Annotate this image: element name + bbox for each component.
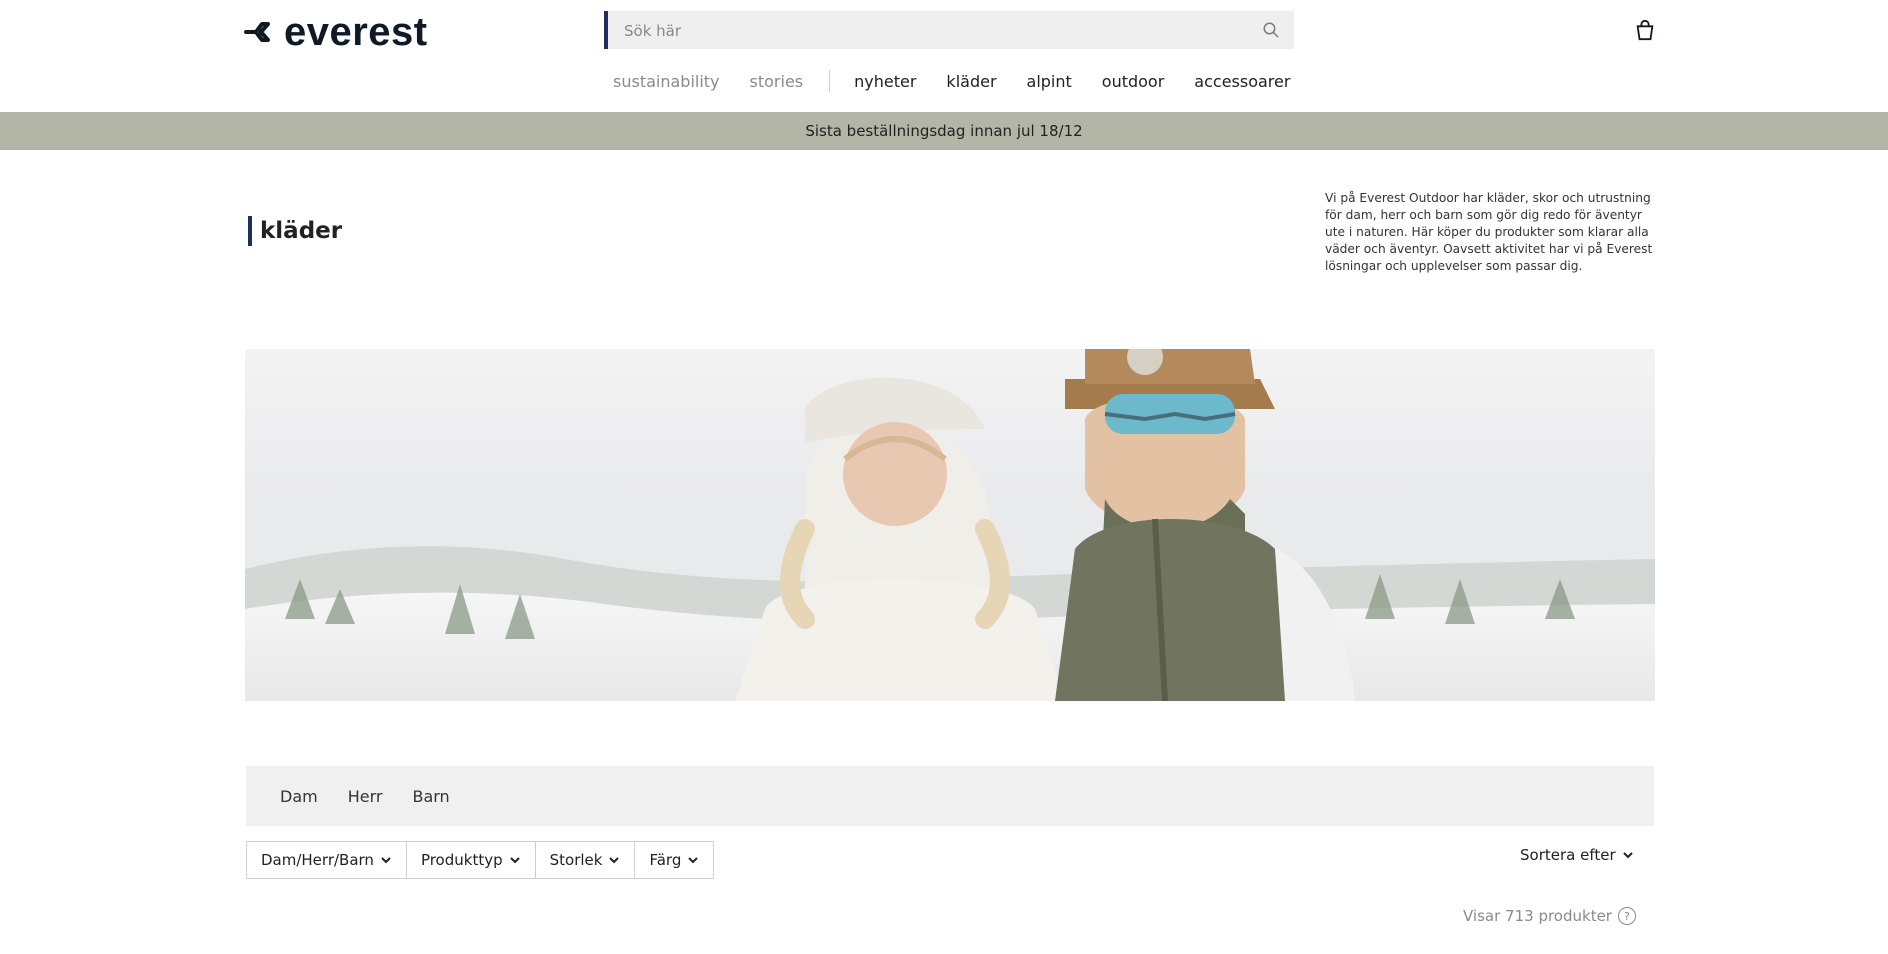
filter-dam-herr-barn[interactable]: Dam/Herr/Barn [247, 842, 407, 878]
nav-divider [829, 70, 831, 92]
everest-logo-mark-icon [244, 22, 270, 42]
category-tabs: Dam Herr Barn [246, 766, 1654, 826]
hero-illustration [245, 349, 1655, 701]
nav-item-alpint[interactable]: alpint [1027, 72, 1072, 91]
filter-farg[interactable]: Färg [635, 842, 713, 878]
hero-image [245, 349, 1655, 701]
filter-bar: Dam/Herr/Barn Produkttyp Storlek Färg [246, 841, 715, 879]
chevron-down-icon [381, 857, 391, 864]
chevron-down-icon [1622, 852, 1633, 859]
nav-item-stories[interactable]: stories [750, 72, 804, 91]
filter-label: Storlek [549, 851, 603, 869]
tab-herr[interactable]: Herr [348, 787, 383, 806]
filter-label: Dam/Herr/Barn [261, 851, 374, 869]
page: everest sustainability stories nyheter k… [0, 0, 1888, 954]
tab-barn[interactable]: Barn [412, 787, 449, 806]
shopping-bag-icon[interactable] [1634, 18, 1656, 42]
product-count-text: Visar 713 produkter [1463, 907, 1612, 925]
page-title-wrap: kläder [248, 216, 342, 246]
site-logo[interactable]: everest [244, 12, 428, 52]
site-header: everest sustainability stories nyheter k… [0, 0, 1888, 112]
search-icon[interactable] [1262, 21, 1280, 39]
nav-item-sustainability[interactable]: sustainability [613, 72, 720, 91]
nav-item-nyheter[interactable]: nyheter [854, 72, 916, 91]
logo-text: everest [284, 10, 428, 54]
main-nav: sustainability stories nyheter kläder al… [613, 70, 1320, 92]
nav-item-accessoarer[interactable]: accessoarer [1194, 72, 1290, 91]
tab-dam[interactable]: Dam [280, 787, 318, 806]
filter-produkttyp[interactable]: Produkttyp [407, 842, 536, 878]
promo-banner-text: Sista beställningsdag innan jul 18/12 [805, 122, 1083, 140]
nav-item-outdoor[interactable]: outdoor [1102, 72, 1165, 91]
filter-storlek[interactable]: Storlek [536, 842, 636, 878]
sort-dropdown[interactable]: Sortera efter [1520, 846, 1634, 864]
chevron-down-icon [688, 857, 699, 864]
search-bar[interactable] [604, 11, 1294, 51]
search-input[interactable] [622, 11, 1246, 51]
help-icon[interactable]: ? [1617, 907, 1636, 925]
sort-label: Sortera efter [1520, 846, 1616, 864]
promo-banner: Sista beställningsdag innan jul 18/12 [0, 112, 1888, 150]
nav-item-klader[interactable]: kläder [946, 72, 996, 91]
chevron-down-icon [509, 857, 520, 864]
product-count: Visar 713 produkter ? [1463, 907, 1636, 925]
chevron-down-icon [609, 857, 620, 864]
filter-label: Färg [649, 851, 682, 869]
page-title: kläder [260, 218, 343, 244]
category-intro: Vi på Everest Outdoor har kläder, skor o… [1325, 191, 1653, 274]
filter-label: Produkttyp [420, 851, 503, 869]
